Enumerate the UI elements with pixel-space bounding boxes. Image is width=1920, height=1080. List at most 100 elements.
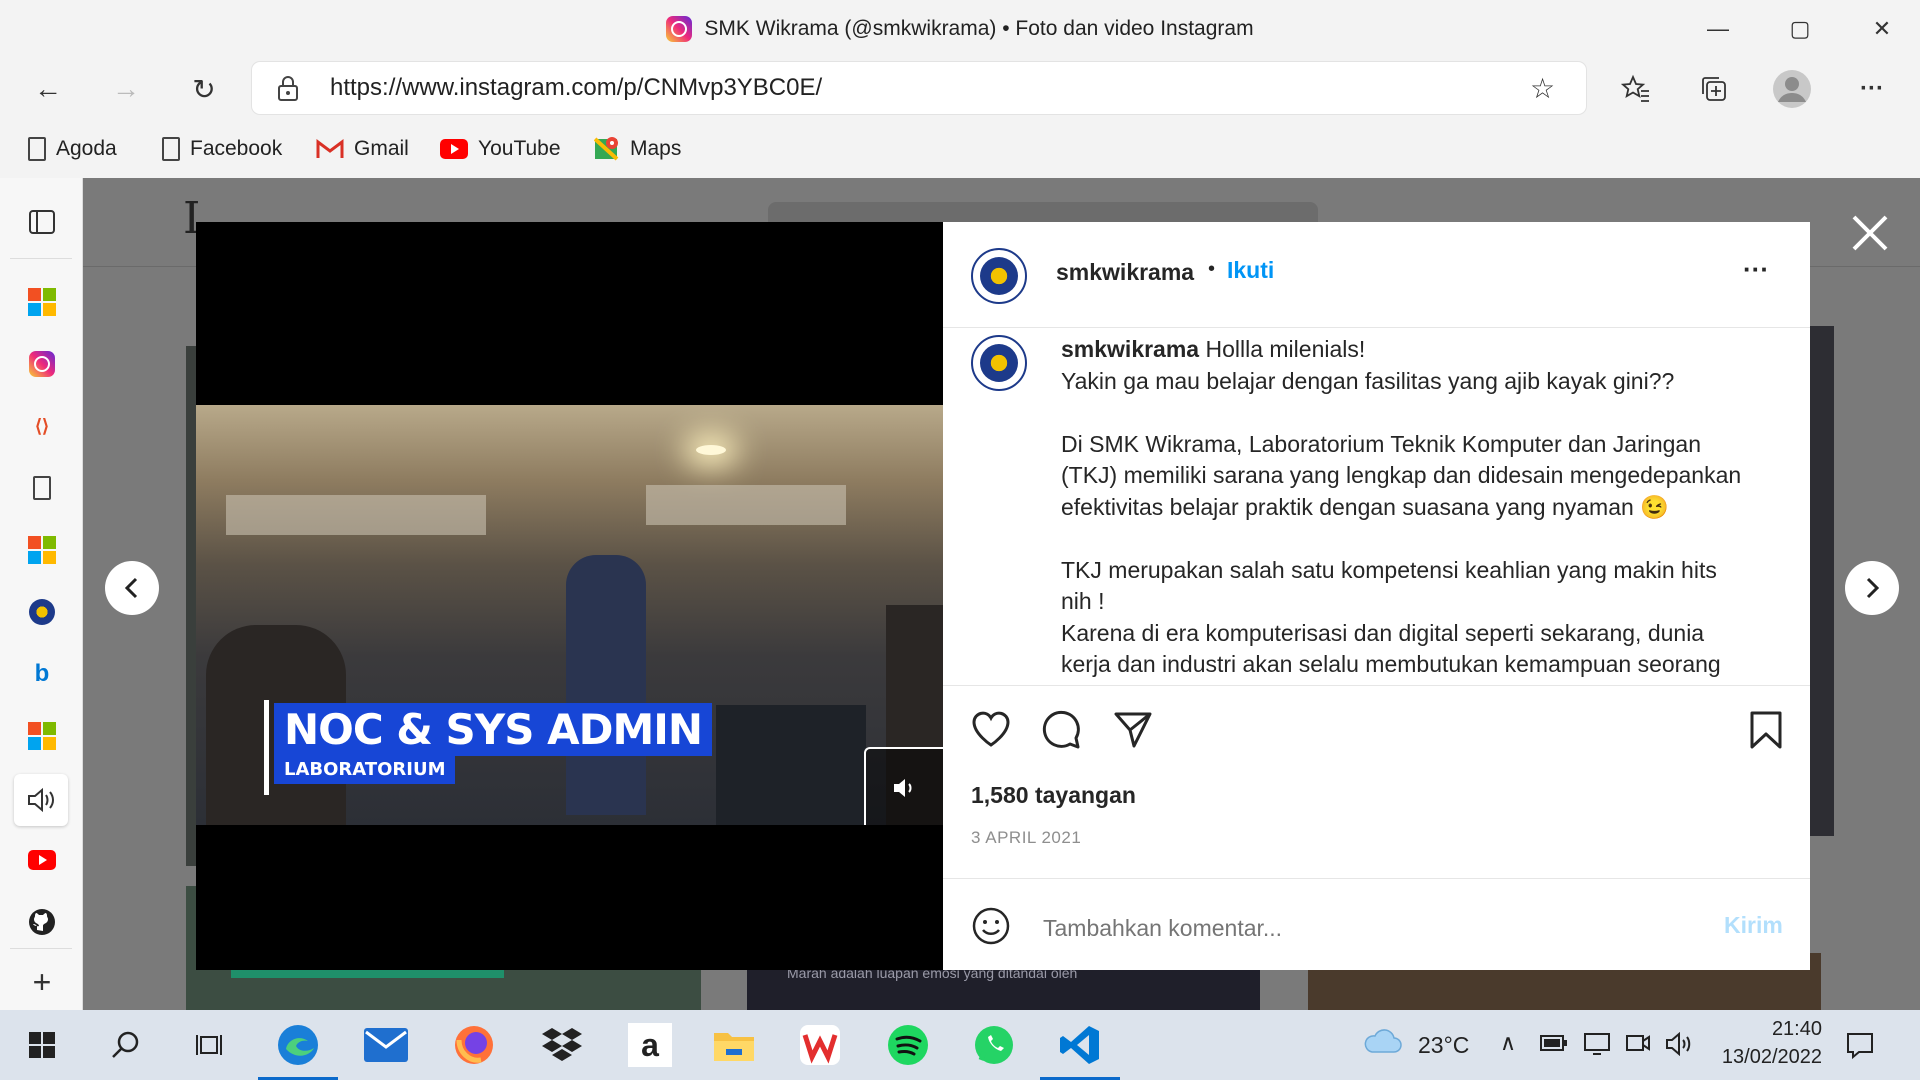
grid-image-left-edge bbox=[186, 346, 196, 866]
comment-input[interactable] bbox=[1041, 910, 1665, 946]
sidebar-divider bbox=[10, 948, 72, 949]
youtube-icon bbox=[440, 139, 468, 159]
caption-text: Hollla milenials! bbox=[1205, 336, 1366, 362]
back-button[interactable]: ← bbox=[24, 65, 72, 113]
camera-usage-icon[interactable] bbox=[1625, 1032, 1651, 1059]
avatar[interactable] bbox=[971, 248, 1027, 304]
monitor-silhouette bbox=[716, 705, 866, 825]
post-details-panel: smkwikrama • Ikuti ··· smkwikrama Hollla… bbox=[943, 222, 1810, 970]
document-icon[interactable] bbox=[22, 468, 62, 508]
add-icon[interactable]: + bbox=[22, 962, 62, 1002]
windows-taskbar: a 23°C ∧ 21:40 13/02/2022 bbox=[0, 1010, 1920, 1080]
wikrama-app-icon[interactable] bbox=[22, 592, 62, 632]
speaker-icon[interactable] bbox=[14, 774, 68, 826]
header-divider bbox=[943, 327, 1810, 328]
window-title-text: SMK Wikrama (@smkwikrama) • Foto dan vid… bbox=[704, 17, 1254, 40]
spotify-icon[interactable] bbox=[880, 1020, 936, 1070]
amazon-icon[interactable]: a bbox=[622, 1020, 678, 1070]
microsoft-icon[interactable] bbox=[22, 282, 62, 322]
bookmark-gmail[interactable]: Gmail bbox=[316, 132, 409, 166]
dropbox-icon[interactable] bbox=[534, 1020, 590, 1070]
file-explorer-icon[interactable] bbox=[706, 1020, 762, 1070]
video-player[interactable]: NOC & SYS ADMIN LABORATORIUM bbox=[196, 222, 943, 970]
bookmark-youtube[interactable]: YouTube bbox=[440, 132, 561, 166]
clock-date[interactable]: 13/02/2022 bbox=[1706, 1046, 1822, 1069]
minimize-button[interactable]: — bbox=[1680, 0, 1756, 58]
send-comment-button[interactable]: Kirim bbox=[1724, 912, 1783, 939]
favorites-icon[interactable] bbox=[1612, 65, 1660, 113]
post-caption: smkwikrama Hollla milenials! Yakin ga ma… bbox=[1061, 334, 1771, 681]
video-overlay-subtitle: LABORATORIUM bbox=[274, 755, 456, 784]
caption-line: Yakin ga mau belajar dengan fasilitas ya… bbox=[1061, 367, 1675, 394]
window-title: SMK Wikrama (@smkwikrama) • Foto dan vid… bbox=[0, 0, 1920, 58]
vscode-icon[interactable] bbox=[1040, 1020, 1120, 1080]
microsoft-store-icon[interactable] bbox=[22, 530, 62, 570]
more-options-icon[interactable]: ··· bbox=[1743, 254, 1769, 285]
bookmark-label: YouTube bbox=[478, 137, 561, 160]
tab-actions-icon[interactable] bbox=[22, 202, 62, 242]
battery-icon[interactable] bbox=[1540, 1034, 1568, 1057]
emoji-icon[interactable] bbox=[971, 906, 1011, 951]
forward-button[interactable]: → bbox=[102, 65, 150, 113]
mail-icon[interactable] bbox=[358, 1020, 414, 1070]
caption-line: smkwikrama Hollla milenials! bbox=[1061, 334, 1771, 366]
close-window-button[interactable]: ✕ bbox=[1844, 0, 1920, 58]
bookmark-agoda[interactable]: Agoda bbox=[28, 132, 117, 166]
caption-line: TKJ merupakan salah satu kompetensi keah… bbox=[1061, 556, 1717, 583]
post-username[interactable]: smkwikrama bbox=[1056, 259, 1194, 286]
search-icon[interactable] bbox=[98, 1020, 154, 1070]
student-silhouette bbox=[566, 555, 646, 815]
volume-icon[interactable] bbox=[1665, 1031, 1693, 1061]
bookmark-maps[interactable]: Maps bbox=[594, 132, 681, 166]
firefox-icon[interactable] bbox=[446, 1020, 502, 1070]
address-bar[interactable]: https://www.instagram.com/p/CNMvp3YBC0E/… bbox=[252, 62, 1586, 114]
chevron-up-icon[interactable]: ∧ bbox=[1500, 1030, 1516, 1056]
share-send-icon[interactable] bbox=[1113, 710, 1153, 755]
weather-temperature[interactable]: 23°C bbox=[1418, 1032, 1469, 1059]
url-text[interactable]: https://www.instagram.com/p/CNMvp3YBC0E/ bbox=[330, 74, 822, 102]
refresh-button[interactable]: ↻ bbox=[180, 65, 228, 113]
edge-taskbar-icon[interactable] bbox=[258, 1020, 338, 1080]
office-icon[interactable] bbox=[22, 716, 62, 756]
mute-button[interactable] bbox=[864, 747, 943, 825]
whatsapp-icon[interactable] bbox=[966, 1020, 1022, 1070]
avatar[interactable] bbox=[971, 335, 1027, 391]
bookmarks-bar: Agoda Facebook Gmail YouTube Maps bbox=[0, 120, 1920, 179]
next-post-button[interactable] bbox=[1845, 561, 1899, 615]
classroom-window bbox=[646, 485, 846, 525]
maximize-button[interactable]: ▢ bbox=[1762, 0, 1838, 58]
bookmark-label: Gmail bbox=[354, 137, 409, 160]
wps-office-icon[interactable] bbox=[792, 1020, 848, 1070]
github-icon[interactable] bbox=[22, 902, 62, 942]
settings-more-button[interactable]: ··· bbox=[1848, 65, 1896, 113]
like-heart-icon[interactable] bbox=[971, 710, 1011, 753]
caption-username[interactable]: smkwikrama bbox=[1061, 336, 1199, 362]
weather-cloud-icon[interactable] bbox=[1362, 1026, 1402, 1061]
task-view-icon[interactable] bbox=[182, 1020, 238, 1070]
add-favorite-star-icon[interactable]: ☆ bbox=[1530, 72, 1555, 105]
gmail-icon bbox=[316, 139, 344, 158]
video-frame[interactable]: NOC & SYS ADMIN LABORATORIUM bbox=[196, 405, 943, 825]
bookmark-save-icon[interactable] bbox=[1748, 710, 1784, 755]
html-icon[interactable]: ⟨⟩ bbox=[22, 406, 62, 446]
close-modal-button[interactable] bbox=[1850, 213, 1890, 258]
comment-icon[interactable] bbox=[1042, 710, 1082, 755]
bing-icon[interactable]: b bbox=[22, 654, 62, 694]
bookmark-label: Facebook bbox=[190, 137, 283, 160]
dot-separator: • bbox=[1208, 258, 1216, 280]
instagram-app-icon[interactable] bbox=[22, 344, 62, 384]
notifications-icon[interactable] bbox=[1845, 1030, 1875, 1065]
bookmark-facebook[interactable]: Facebook bbox=[162, 132, 282, 166]
follow-button[interactable]: Ikuti bbox=[1227, 257, 1274, 284]
windows-start-icon[interactable] bbox=[14, 1020, 70, 1070]
view-count[interactable]: 1,580 tayangan bbox=[971, 782, 1136, 809]
profile-avatar[interactable] bbox=[1768, 65, 1816, 113]
sidebar-divider bbox=[10, 258, 72, 259]
youtube-sidebar-icon[interactable] bbox=[22, 840, 62, 880]
previous-post-button[interactable] bbox=[105, 561, 159, 615]
clock-time[interactable]: 21:40 bbox=[1722, 1018, 1822, 1041]
collections-icon[interactable] bbox=[1690, 65, 1738, 113]
classroom-window bbox=[226, 495, 486, 535]
network-icon[interactable] bbox=[1583, 1032, 1611, 1061]
lock-icon[interactable] bbox=[276, 74, 300, 102]
